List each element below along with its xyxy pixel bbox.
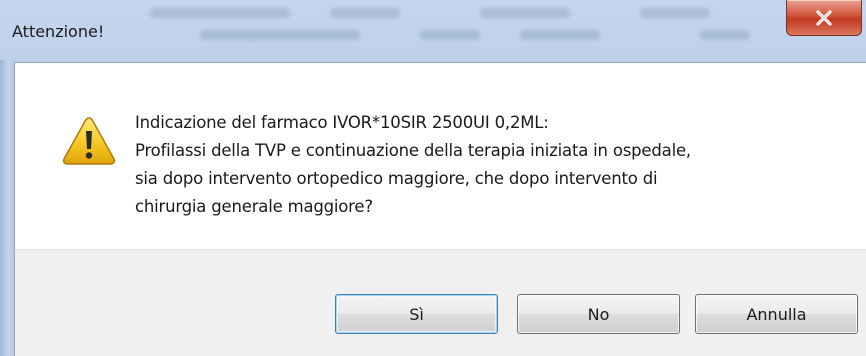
glass-reflection (200, 30, 360, 40)
yes-button[interactable]: Sì (335, 294, 498, 334)
button-bar: Sì No Annulla (14, 249, 866, 356)
glass-reflection (150, 8, 290, 18)
message-dialog: Attenzione! Indicazione del farmaco IVOR… (0, 0, 866, 356)
warning-icon (62, 117, 116, 165)
glass-reflection (640, 8, 710, 18)
message-line: chirurgia generale maggiore? (135, 197, 373, 216)
title-bar[interactable]: Attenzione! (0, 0, 866, 60)
message-line: Profilassi della TVP e continuazione del… (135, 141, 691, 160)
glass-reflection (420, 30, 480, 40)
glass-reflection (520, 30, 600, 40)
window-title: Attenzione! (12, 22, 105, 41)
glass-reflection (330, 8, 400, 18)
glass-reflection (480, 8, 570, 18)
window-frame (0, 60, 14, 356)
message-line: Indicazione del farmaco IVOR*10SIR 2500U… (135, 113, 549, 132)
close-icon (816, 9, 832, 26)
cancel-button[interactable]: Annulla (695, 294, 858, 334)
close-button[interactable] (786, 0, 862, 36)
message-area: Indicazione del farmaco IVOR*10SIR 2500U… (14, 62, 866, 249)
message-line: sia dopo intervento ortopedico maggiore,… (135, 169, 658, 188)
glass-reflection (700, 30, 750, 40)
message-text: Indicazione del farmaco IVOR*10SIR 2500U… (135, 109, 835, 221)
no-button[interactable]: No (517, 294, 680, 334)
